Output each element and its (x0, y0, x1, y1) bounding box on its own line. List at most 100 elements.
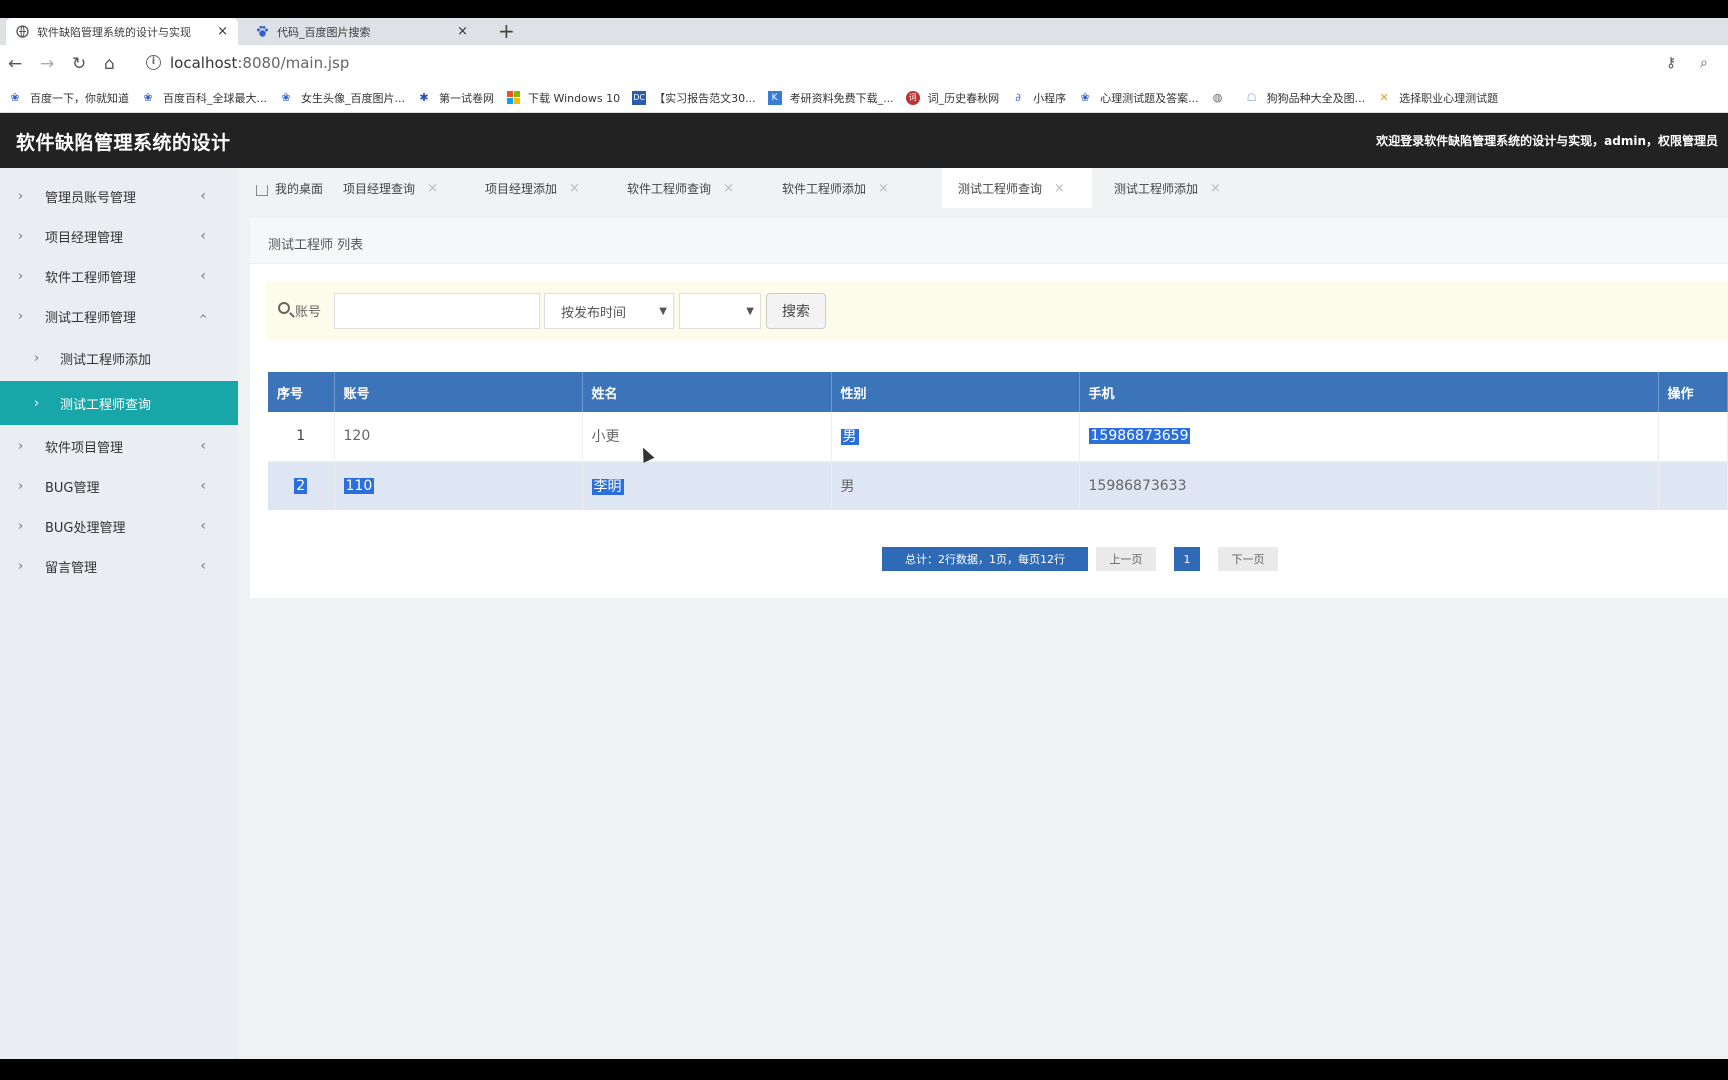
bookmark-item[interactable]: ❀ 心理测试题及答案... (1078, 90, 1198, 106)
bookmark-item[interactable]: ∂ 小程序 (1011, 90, 1066, 106)
cell-action[interactable] (1658, 412, 1728, 462)
bookmark-item[interactable]: ☖ 狗狗品种大全及图... (1245, 90, 1365, 106)
sort-select[interactable]: 按发布时间 ▼ (544, 293, 674, 329)
sidebar-item-projects[interactable]: › 软件项目管理 ‹ (0, 426, 238, 466)
key-icon[interactable]: ⚷ (1666, 55, 1676, 71)
tab-pm-add[interactable]: 项目经理添加 × (475, 168, 605, 208)
close-icon[interactable]: × (217, 24, 228, 39)
chevron-right-icon: › (34, 395, 40, 411)
close-icon[interactable]: × (569, 181, 580, 196)
browser-toolbar: ← → ↻ ⌂ i localhost:8080/main.jsp ⚷ ⌕ (0, 45, 1728, 83)
chevron-left-icon: ‹ (200, 188, 206, 204)
chevron-left-icon: ‹ (200, 228, 206, 244)
close-icon[interactable]: × (427, 181, 438, 196)
address-bar[interactable]: localhost:8080/main.jsp (170, 54, 349, 72)
sidebar-item-label: 项目经理管理 (45, 230, 124, 246)
dog-icon: ☖ (1246, 91, 1257, 104)
cell-phone-text: 15986873659 (1088, 428, 1191, 445)
bookmark-item[interactable]: 下载 Windows 10 (506, 90, 620, 106)
sidebar-item-pm[interactable]: › 项目经理管理 ‹ (0, 216, 238, 256)
miniprogram-icon: ∂ (1015, 91, 1021, 104)
bookmark-item[interactable]: DC 【实习报告范文30... (632, 90, 756, 106)
column-header[interactable]: 账号 (334, 372, 583, 412)
bookmark-label: 百度一下，你就知道 (30, 91, 129, 105)
bookmark-item[interactable]: K 考研资料免费下载_... (767, 90, 894, 106)
sidebar-item-admin-accounts[interactable]: › 管理员账号管理 ‹ (0, 176, 238, 216)
search-button[interactable]: 搜索 (766, 293, 826, 329)
close-icon[interactable]: × (878, 181, 889, 196)
chevron-left-icon: ‹ (200, 558, 206, 574)
bookmark-item[interactable]: ❀ 百度一下，你就知道 (8, 90, 129, 106)
close-icon[interactable]: × (723, 181, 734, 196)
bookmark-item[interactable]: ❀ 百度百科_全球最大... (141, 90, 267, 106)
bug-icon: ✱ (419, 91, 429, 104)
bookmark-label: 小程序 (1033, 91, 1067, 105)
cell-phone: 15986873633 (1079, 461, 1659, 510)
page-number-button[interactable]: 1 (1174, 547, 1200, 571)
tab-desktop[interactable]: 我的桌面 (238, 168, 328, 208)
next-page-button[interactable]: 下一页 (1218, 547, 1278, 571)
cell-account: 110 (334, 461, 583, 510)
table-header-row: 序号 账号 姓名 性别 手机 操作 (268, 372, 1728, 412)
chevron-down-icon: ▼ (659, 306, 667, 317)
site-info-icon[interactable]: i (146, 55, 161, 70)
prev-page-button[interactable]: 上一页 (1096, 547, 1156, 571)
tab-se-query[interactable]: 软件工程师查询 × (617, 168, 762, 208)
sort-select-value: 按发布时间 (561, 305, 627, 321)
tab-label: 测试工程师添加 (1114, 181, 1199, 196)
column-header[interactable]: 操作 (1658, 372, 1728, 412)
sidebar-item-test-engineer-add[interactable]: › 测试工程师添加 (0, 338, 238, 378)
tab-se-add[interactable]: 软件工程师添加 × (772, 168, 917, 208)
chevron-right-icon: › (18, 228, 24, 244)
browser-tab-main[interactable]: 软件缺陷管理系统的设计与实现 × (6, 18, 238, 45)
baidu-paw-icon: ❀ (10, 91, 20, 104)
cell-index: 1 (268, 412, 335, 462)
sidebar-item-bug-handling[interactable]: › BUG处理管理 ‹ (0, 506, 238, 546)
k-icon: K (767, 90, 782, 105)
chevron-left-icon: ‹ (200, 478, 206, 494)
account-search-input[interactable] (334, 293, 540, 329)
column-header[interactable]: 序号 (268, 372, 335, 412)
column-header[interactable]: 手机 (1079, 372, 1659, 412)
column-header[interactable]: 性别 (831, 372, 1080, 412)
sidebar-item-test-engineer-query[interactable]: › 测试工程师查询 (0, 381, 238, 425)
bookmark-item[interactable]: 词词_历史春秋网 (905, 90, 999, 106)
app-title: 软件缺陷管理系统的设计 (16, 132, 231, 154)
bookmark-item[interactable]: ❀ 女生头像_百度图片... (279, 90, 405, 106)
bookmark-item[interactable]: ✕ 选择职业心理测试题 (1377, 90, 1498, 106)
zoom-icon[interactable]: ⌕ (1700, 55, 1708, 71)
sidebar-item-test-engineers[interactable]: › 测试工程师管理 ‹ (0, 296, 238, 336)
browser-tab-strip: 软件缺陷管理系统的设计与实现 × 代码_百度图片搜索 × + (0, 18, 1728, 45)
close-icon[interactable]: × (457, 24, 468, 39)
sidebar-item-label: 软件工程师管理 (45, 270, 137, 286)
close-icon[interactable]: × (1054, 181, 1065, 196)
sidebar: › 管理员账号管理 ‹ › 项目经理管理 ‹ › 软件工程师管理 ‹ › 测试工程师管理 ‹ ›… (0, 168, 238, 1059)
tab-te-add[interactable]: 测试工程师添加 × (1102, 168, 1252, 208)
sidebar-item-messages[interactable]: › 留言管理 ‹ (0, 546, 238, 586)
tab-te-query[interactable]: 测试工程师查询 × (942, 168, 1092, 208)
bookmark-label: 【实习报告范文30... (654, 91, 756, 105)
sidebar-item-label: 管理员账号管理 (45, 190, 137, 206)
reload-icon[interactable]: ↻ (72, 54, 86, 74)
new-tab-button[interactable]: + (498, 20, 515, 42)
table-row[interactable]: 2 110 李明 男 15986873633 (268, 461, 1728, 510)
tab-label: 软件工程师查询 (627, 181, 712, 196)
bookmark-item[interactable]: ✱ 第一试卷网 (417, 90, 494, 106)
bookmark-item[interactable]: ◍ (1211, 91, 1233, 105)
back-icon[interactable]: ← (8, 54, 22, 74)
sidebar-item-software-engineers[interactable]: › 软件工程师管理 ‹ (0, 256, 238, 296)
table-row[interactable]: 1 120 小更 男 15986873659 (268, 412, 1728, 462)
browser-tab-baidu[interactable]: 代码_百度图片搜索 × (246, 18, 478, 45)
forward-icon[interactable]: → (40, 54, 54, 74)
column-header[interactable]: 姓名 (582, 372, 832, 412)
sidebar-item-bugs[interactable]: › BUG管理 ‹ (0, 466, 238, 506)
close-icon[interactable]: × (1210, 181, 1221, 196)
cell-index: 2 (268, 461, 335, 510)
chevron-right-icon: › (18, 438, 24, 454)
search-icon (278, 302, 290, 314)
order-select[interactable]: ▼ (679, 293, 761, 329)
tab-pm-query[interactable]: 项目经理查询 × (333, 168, 463, 208)
cell-action[interactable] (1658, 461, 1728, 510)
tab-label: 我的桌面 (275, 181, 324, 196)
home-icon[interactable]: ⌂ (104, 54, 115, 74)
